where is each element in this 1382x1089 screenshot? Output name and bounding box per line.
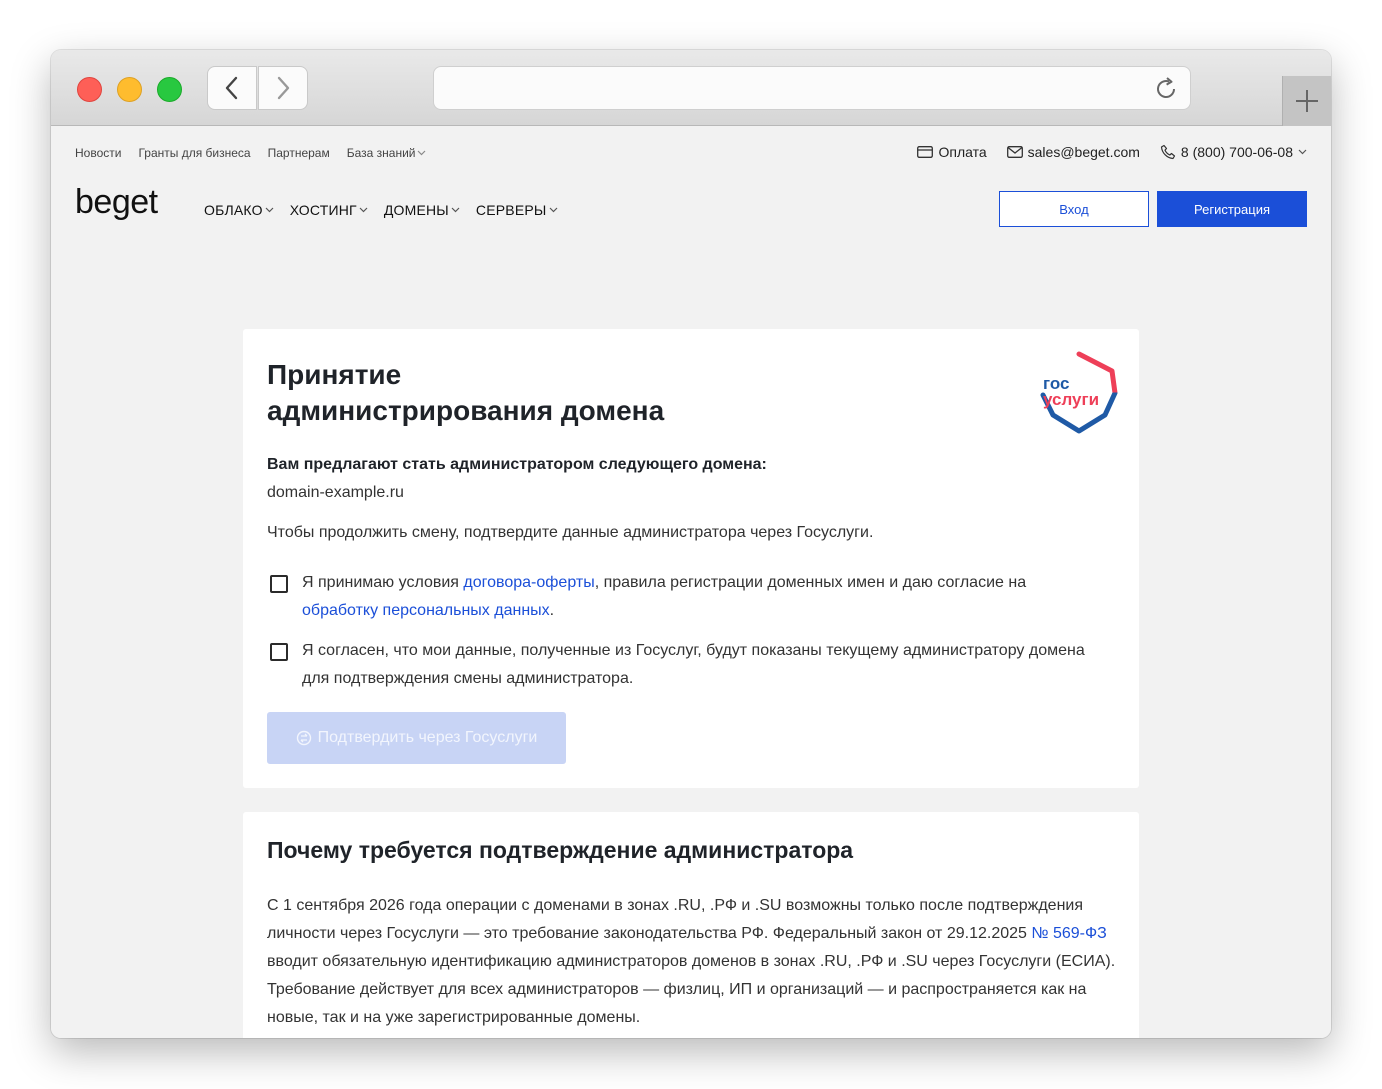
- forward-button[interactable]: [258, 66, 308, 110]
- menu-domains-label: ДОМЕНЫ: [383, 202, 449, 218]
- offer-consent-text-3: .: [549, 602, 555, 619]
- primary-menu: ОБЛАКО ХОСТИНГ ДОМЕНЫ СЕРВЕРЫ: [204, 202, 558, 218]
- personal-data-link[interactable]: обработку персональных данных: [302, 602, 550, 619]
- confirm-button-label: Подтвердить через Госуслуги: [317, 729, 538, 746]
- why-confirm-card: Почему требуется подтверждение администр…: [243, 812, 1139, 1038]
- menu-cloud[interactable]: ОБЛАКО: [204, 202, 274, 218]
- why-confirm-text-2: вводит обязательную идентификацию админи…: [267, 953, 1116, 1026]
- register-button[interactable]: Регистрация: [1157, 191, 1307, 227]
- offer-consent-text-1: Я принимаю условия: [302, 574, 464, 591]
- back-button[interactable]: [207, 66, 257, 110]
- nav-link-knowledge-base-label: База знаний: [346, 146, 416, 160]
- why-confirm-title: Почему требуется подтверждение администр…: [267, 837, 854, 863]
- menu-servers[interactable]: СЕРВЕРЫ: [476, 202, 558, 218]
- accept-admin-card: Принятие администрирования домена гос ус…: [243, 329, 1139, 788]
- page-title-line1: Принятие: [267, 359, 402, 390]
- top-bar: Новости Гранты для бизнеса Партнерам Баз…: [75, 144, 1307, 162]
- new-tab-button[interactable]: [1282, 76, 1331, 126]
- data-share-consent-checkbox[interactable]: [270, 643, 288, 661]
- chevron-down-icon: [265, 207, 274, 213]
- browser-toolbar: [51, 50, 1331, 126]
- phone-link[interactable]: 8 (800) 700-06-08: [1160, 144, 1307, 160]
- phone-label: 8 (800) 700-06-08: [1180, 144, 1293, 160]
- secondary-nav: Новости Гранты для бизнеса Партнерам Баз…: [75, 146, 426, 160]
- data-share-consent-label: Я согласен, что мои данные, полученные и…: [302, 642, 1085, 687]
- offer-consent-row: Я принимаю условия договора-оферты, прав…: [267, 569, 1087, 625]
- why-confirm-text: С 1 сентября 2026 года операции с домена…: [267, 892, 1117, 1032]
- page-title: Принятие администрирования домена: [267, 357, 664, 429]
- close-window-button[interactable]: [77, 77, 102, 102]
- page: Новости Гранты для бизнеса Партнерам Баз…: [51, 127, 1331, 1038]
- logo-text: beget: [75, 185, 159, 221]
- nav-link-knowledge-base[interactable]: База знаний: [347, 146, 427, 160]
- chevron-down-icon: [418, 150, 426, 156]
- lead-text: Вам предлагают стать администратором сле…: [267, 456, 767, 473]
- phone-icon: [1160, 144, 1176, 160]
- mail-icon: [1006, 146, 1023, 158]
- main-nav: beget ОБЛАКО ХОСТИНГ ДОМЕНЫ СЕРВЕРЫ Вход…: [75, 185, 1307, 233]
- offer-consent-label: Я принимаю условия договора-оферты, прав…: [302, 569, 1087, 625]
- law-569-link[interactable]: № 569-ФЗ: [1031, 925, 1106, 942]
- address-bar[interactable]: [433, 66, 1191, 110]
- beget-logo[interactable]: beget: [75, 185, 175, 231]
- chevron-down-icon: [1298, 149, 1307, 155]
- chevron-right-icon: [277, 76, 290, 100]
- menu-hosting[interactable]: ХОСТИНГ: [290, 202, 368, 218]
- minimize-window-button[interactable]: [117, 77, 142, 102]
- offer-consent-text-2: , правила регистрации доменных имен и да…: [594, 574, 1027, 591]
- plus-icon: [1296, 90, 1318, 112]
- payment-link[interactable]: Оплата: [917, 144, 987, 160]
- nav-link-partners[interactable]: Партнерам: [268, 146, 330, 160]
- contact-bar: Оплата sales@beget.com 8 (800) 700-06-08: [917, 144, 1307, 160]
- gosuslugi-icon: [296, 730, 311, 746]
- menu-cloud-label: ОБЛАКО: [204, 202, 263, 218]
- chevron-left-icon: [225, 76, 238, 100]
- menu-hosting-label: ХОСТИНГ: [289, 202, 357, 218]
- browser-window: Новости Гранты для бизнеса Партнерам Баз…: [51, 50, 1331, 1038]
- gosuslugi-logo: гос услуги: [1040, 351, 1118, 434]
- chevron-down-icon: [549, 207, 557, 213]
- menu-servers-label: СЕРВЕРЫ: [475, 202, 547, 218]
- offer-contract-link[interactable]: договора-оферты: [463, 574, 594, 591]
- reload-icon[interactable]: [1152, 75, 1180, 103]
- card-icon: [917, 146, 934, 158]
- nav-link-news[interactable]: Новости: [75, 146, 121, 160]
- nav-link-grants[interactable]: Гранты для бизнеса: [138, 146, 250, 160]
- email-label: sales@beget.com: [1027, 144, 1140, 160]
- data-share-consent-row: Я согласен, что мои данные, полученные и…: [267, 637, 1087, 693]
- zoom-window-button[interactable]: [157, 77, 182, 102]
- gos-logo-text-2: услуги: [1043, 390, 1099, 409]
- confirm-gosuslugi-button[interactable]: Подтвердить через Госуслуги: [267, 712, 566, 764]
- offer-consent-checkbox[interactable]: [270, 575, 288, 593]
- menu-domains[interactable]: ДОМЕНЫ: [384, 202, 460, 218]
- hint-text: Чтобы продолжить смену, подтвердите данн…: [267, 524, 874, 541]
- why-confirm-text-1: С 1 сентября 2026 года операции с домена…: [267, 897, 1083, 942]
- page-title-line2: администрирования домена: [267, 395, 665, 426]
- domain-name: domain-example.ru: [267, 484, 404, 501]
- chevron-down-icon: [451, 207, 460, 213]
- login-button[interactable]: Вход: [999, 191, 1149, 227]
- email-link[interactable]: sales@beget.com: [1006, 144, 1140, 160]
- payment-label: Оплата: [938, 144, 987, 160]
- chevron-down-icon: [359, 207, 368, 213]
